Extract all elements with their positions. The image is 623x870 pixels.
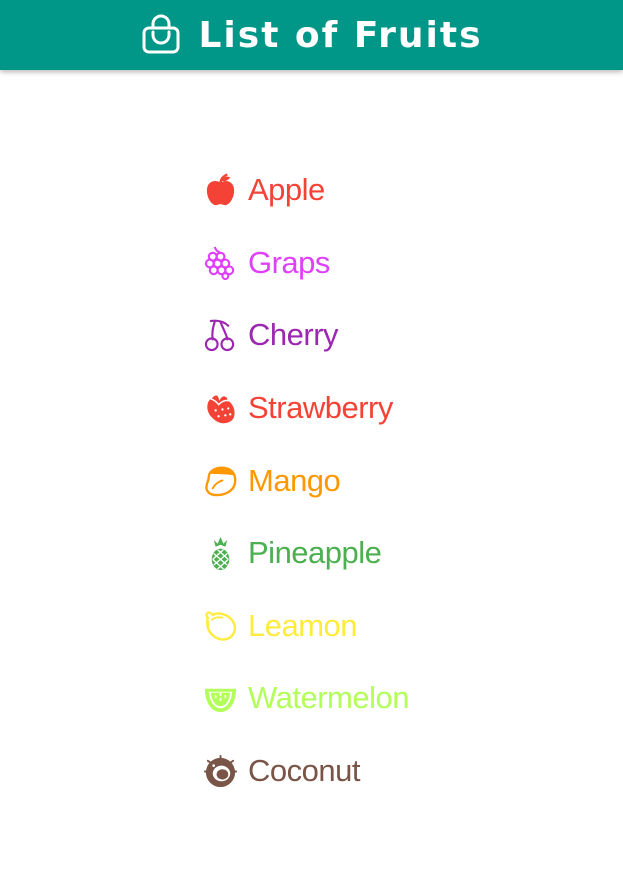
- pineapple-icon: [211, 536, 230, 570]
- fruit-label-watermelon: Watermelon: [248, 680, 409, 716]
- fruit-list: Apple Graps Cherry Strawberry Mango Pine…: [203, 154, 409, 807]
- fruit-item-cherry[interactable]: Cherry: [203, 299, 409, 372]
- fruit-item-strawberry[interactable]: Strawberry: [203, 372, 409, 445]
- app-bar: List of Fruits: [0, 0, 623, 70]
- mango-icon: [205, 466, 237, 497]
- shopping-bag-icon: [142, 14, 180, 54]
- fruit-label-strawberry: Strawberry: [248, 390, 393, 426]
- fruit-label-apple: Apple: [248, 172, 325, 208]
- grapes-icon: [204, 246, 235, 281]
- coconut-icon: [203, 754, 238, 787]
- fruit-label-pineapple: Pineapple: [248, 535, 382, 571]
- watermelon-icon: [204, 688, 237, 713]
- fruit-label-cherry: Cherry: [248, 317, 339, 353]
- apple-icon: [206, 173, 235, 205]
- fruit-label-coconut: Coconut: [248, 753, 360, 789]
- lemon-icon: [205, 611, 236, 642]
- strawberry-icon: [207, 393, 235, 423]
- fruit-item-leamon[interactable]: Leamon: [203, 590, 409, 663]
- fruit-item-graps[interactable]: Graps: [203, 227, 409, 300]
- fruit-item-watermelon[interactable]: Watermelon: [203, 662, 409, 735]
- fruit-label-graps: Graps: [248, 244, 330, 280]
- fruit-item-apple[interactable]: Apple: [203, 154, 409, 227]
- cherry-icon: [204, 319, 235, 352]
- fruit-item-mango[interactable]: Mango: [203, 444, 409, 517]
- fruit-label-mango: Mango: [248, 462, 341, 498]
- fruit-item-coconut[interactable]: Coconut: [203, 735, 409, 808]
- fruit-item-pineapple[interactable]: Pineapple: [203, 517, 409, 590]
- page-title: List of Fruits: [198, 14, 483, 56]
- fruit-label-leamon: Leamon: [248, 607, 358, 643]
